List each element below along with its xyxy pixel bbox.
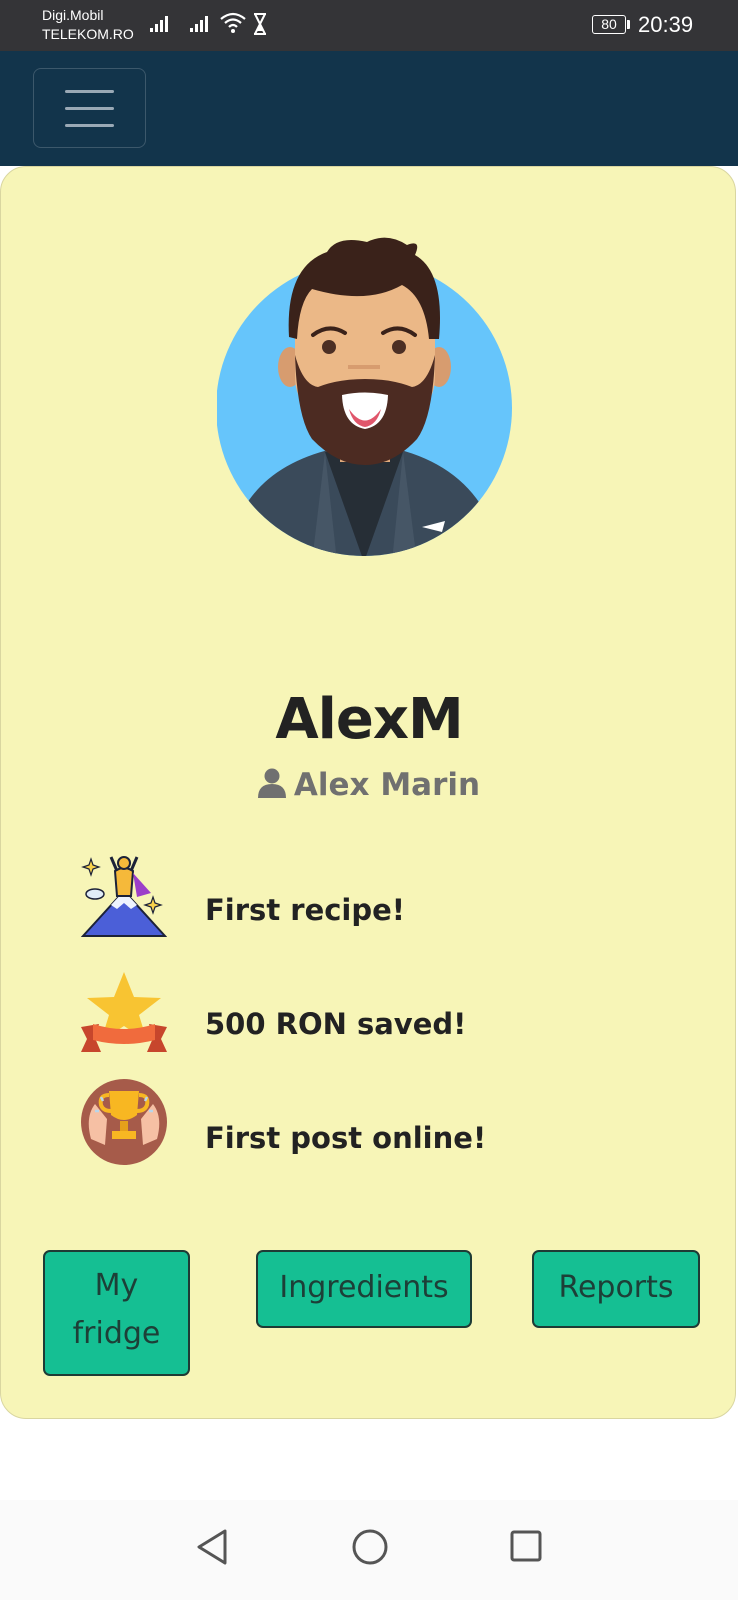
- person-icon: [257, 768, 286, 798]
- battery-tip: [627, 20, 630, 29]
- hourglass-icon: [254, 13, 266, 35]
- recents-icon[interactable]: [509, 1529, 543, 1563]
- status-time: 20:39: [638, 12, 694, 37]
- menu-toggle-button[interactable]: [33, 68, 146, 148]
- avatar: [217, 237, 512, 556]
- trophy-hands-icon: [81, 1079, 167, 1165]
- ingredients-button[interactable]: Ingredients: [256, 1250, 472, 1328]
- profile-card: AlexM Alex Marin First recipe! 500 RON s…: [0, 166, 736, 1419]
- navbar: [0, 51, 738, 166]
- achievement-label: First recipe!: [205, 893, 406, 927]
- status-bar: Digi.Mobil TELEKOM.RO 80 20:39: [0, 0, 738, 51]
- my-fridge-button[interactable]: My fridge: [43, 1250, 190, 1376]
- signal-icon: [150, 14, 172, 32]
- wifi-icon: [220, 12, 246, 33]
- battery-indicator: 80: [592, 15, 626, 34]
- achievement-label: 500 RON saved!: [205, 1007, 467, 1041]
- star-ribbon-icon: [81, 972, 167, 1052]
- home-icon[interactable]: [351, 1528, 389, 1566]
- carrier-name: Digi.Mobil TELEKOM.RO: [42, 7, 134, 42]
- back-icon[interactable]: [195, 1528, 229, 1566]
- profile-full-name: Alex Marin: [1, 767, 737, 803]
- mountain-summit-icon: [81, 856, 167, 937]
- profile-username: AlexM: [275, 687, 463, 752]
- reports-button[interactable]: Reports: [532, 1250, 700, 1328]
- achievement-label: First post online!: [205, 1121, 487, 1155]
- system-navigation-bar: [0, 1500, 738, 1600]
- signal-icon: [190, 14, 212, 32]
